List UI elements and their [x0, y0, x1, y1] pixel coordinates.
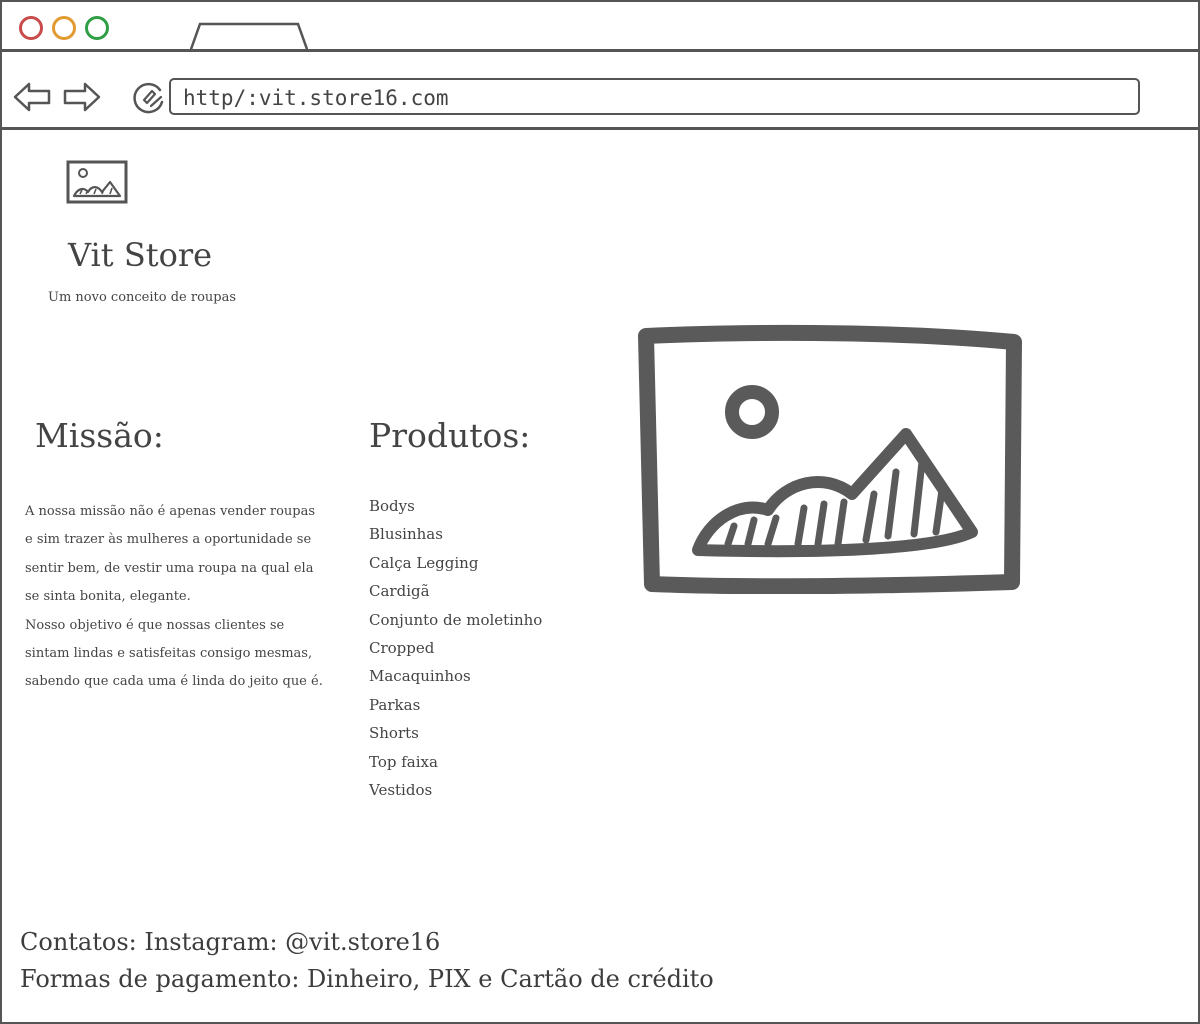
produto-item[interactable]: Vestidos: [369, 776, 589, 804]
reload-icon[interactable]: [130, 80, 166, 116]
maximize-window-button[interactable]: [85, 16, 109, 40]
browser-navigation-bar: http/:vit.store16.com: [2, 52, 1198, 130]
minimize-window-button[interactable]: [52, 16, 76, 40]
produto-item[interactable]: Cropped: [369, 634, 589, 662]
back-arrow-icon[interactable]: [12, 80, 52, 114]
produto-item[interactable]: Shorts: [369, 719, 589, 747]
footer-pagamento: Formas de pagamento: Dinheiro, PIX e Car…: [20, 965, 714, 993]
produto-item[interactable]: Parkas: [369, 691, 589, 719]
produto-item[interactable]: Cardigã: [369, 577, 589, 605]
missao-paragraph: A nossa missão não é apenas vender roupa…: [25, 504, 316, 605]
missao-text: A nossa missão não é apenas vender roupa…: [25, 498, 325, 697]
missao-paragraph: Nosso objetivo é que nossas clientes se …: [25, 617, 323, 690]
produtos-heading: Produtos:: [369, 416, 531, 455]
missao-heading: Missão:: [35, 416, 164, 455]
produto-item[interactable]: Calça Legging: [369, 549, 589, 577]
produto-item[interactable]: Blusinhas: [369, 520, 589, 548]
site-title: Vit Store: [68, 236, 213, 274]
hero-image-placeholder-icon: [638, 324, 1022, 594]
footer-contatos: Contatos: Instagram: @vit.store16: [20, 928, 441, 956]
produto-item[interactable]: Conjunto de moletinho: [369, 606, 589, 634]
site-tagline: Um novo conceito de roupas: [48, 290, 237, 305]
url-input[interactable]: http/:vit.store16.com: [169, 78, 1140, 115]
browser-tab[interactable]: [190, 22, 308, 52]
produto-item[interactable]: Macaquinhos: [369, 662, 589, 690]
browser-window: http/:vit.store16.com Vit Store Um novo …: [0, 0, 1200, 1024]
browser-titlebar: [2, 2, 1198, 52]
produto-item[interactable]: Bodys: [369, 492, 589, 520]
produto-item[interactable]: Top faixa: [369, 748, 589, 776]
forward-arrow-icon[interactable]: [62, 80, 102, 114]
logo-image-placeholder-icon: [66, 160, 128, 204]
produtos-list: Bodys Blusinhas Calça Legging Cardigã Co…: [369, 492, 589, 804]
close-window-button[interactable]: [19, 16, 43, 40]
